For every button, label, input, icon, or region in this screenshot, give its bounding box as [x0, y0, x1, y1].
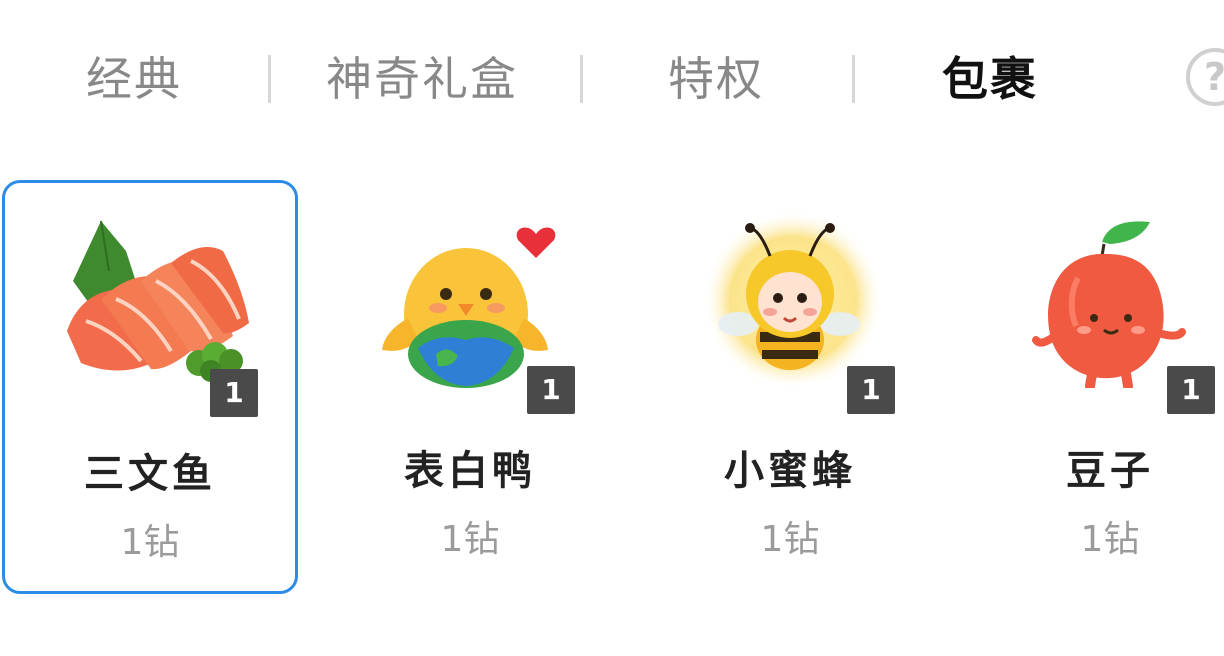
- item-name: 豆子: [1066, 448, 1154, 494]
- gift-item-bean[interactable]: 1 豆子 1钻: [962, 180, 1224, 594]
- item-price: 1钻: [440, 519, 500, 560]
- item-count-badge: 1: [210, 369, 258, 417]
- item-price: 1钻: [1080, 519, 1140, 560]
- little-bee-icon: [703, 210, 883, 388]
- tab-classic[interactable]: 经典: [86, 44, 182, 114]
- tab-divider: [580, 55, 583, 103]
- gift-item-bee[interactable]: 1 小蜜蜂 1钻: [642, 180, 938, 594]
- bean-icon: [1032, 221, 1186, 388]
- gift-grid: 1 三文鱼 1钻 1 表白鸭 1钻 1 小蜜蜂 1钻 1 豆子 1钻: [0, 176, 1224, 606]
- help-icon[interactable]: ?: [1186, 48, 1224, 106]
- item-count-badge: 1: [847, 366, 895, 414]
- tab-privilege[interactable]: 特权: [668, 44, 764, 114]
- gift-item-duck[interactable]: 1 表白鸭 1钻: [322, 180, 618, 594]
- item-price: 1钻: [120, 522, 180, 563]
- item-count-badge: 1: [1167, 366, 1215, 414]
- tab-divider: [268, 55, 271, 103]
- tab-divider: [852, 55, 855, 103]
- item-name: 表白鸭: [404, 448, 536, 494]
- love-duck-icon: [382, 227, 556, 388]
- gift-item-salmon[interactable]: 1 三文鱼 1钻: [2, 180, 298, 594]
- item-count-badge: 1: [527, 366, 575, 414]
- salmon-sashimi-icon: [67, 220, 249, 382]
- tab-magic-box[interactable]: 神奇礼盒: [326, 44, 518, 114]
- gift-tab-bar: 经典 神奇礼盒 特权 包裹 ?: [0, 0, 1224, 150]
- tab-package[interactable]: 包裹: [942, 44, 1038, 114]
- item-name: 小蜜蜂: [724, 448, 856, 494]
- item-price: 1钻: [760, 519, 820, 560]
- item-name: 三文鱼: [84, 451, 216, 497]
